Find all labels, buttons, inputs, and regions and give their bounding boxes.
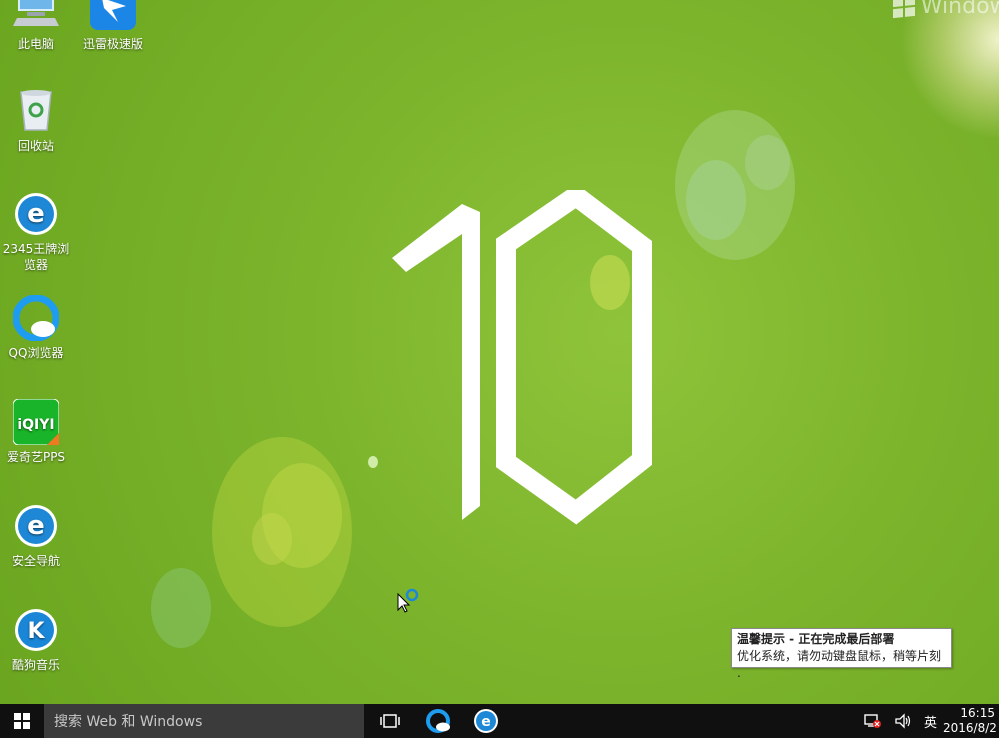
start-button[interactable]: [0, 704, 44, 738]
taskbar-clock[interactable]: 16:15 2016/8/2: [943, 706, 999, 736]
ie-letter: e: [481, 714, 491, 730]
computer-icon: [13, 0, 59, 32]
clock-date: 2016/8/2: [943, 721, 997, 735]
desktop-icon-safe-nav[interactable]: e 安全导航: [0, 503, 72, 569]
ie-letter: e: [27, 199, 45, 229]
desktop-icon-label: 2345王牌浏览器: [2, 242, 70, 272]
ie-browser-icon: e: [13, 503, 59, 549]
desktop-icon-label: 爱奇艺PPS: [6, 450, 66, 464]
ie-browser-icon: e: [13, 191, 59, 237]
speaker-icon: [895, 713, 911, 729]
kugou-letter: K: [27, 619, 45, 644]
desktop-icon-label: 回收站: [17, 139, 54, 153]
desktop-icon-2345-browser[interactable]: e 2345王牌浏览器: [0, 191, 72, 273]
iqiyi-text: iQIYI: [17, 417, 54, 433]
desktop-icon-qq-browser[interactable]: QQ浏览器: [0, 294, 72, 361]
windows-watermark-text: Windows: [920, 0, 999, 19]
task-view-icon: [380, 714, 400, 728]
windows-10-logo: [392, 190, 652, 525]
clock-time: 16:15: [960, 706, 995, 720]
network-disconnected-icon: [864, 714, 881, 728]
bokeh-light: [252, 513, 292, 565]
ie-letter: e: [27, 511, 45, 541]
windows-logo-icon: [892, 0, 915, 18]
iqiyi-icon: iQIYI: [12, 398, 60, 446]
bokeh-light: [368, 456, 378, 468]
mouse-cursor-busy: [397, 588, 419, 613]
kugou-icon: K: [13, 607, 59, 653]
task-view-button[interactable]: [366, 704, 414, 738]
input-method-indicator[interactable]: 英: [918, 712, 943, 731]
recycle-bin-icon: [13, 88, 59, 134]
notification-body: 优化系统，请勿动键盘鼠标，稍等片刻 .: [737, 649, 942, 680]
desktop-icon-iqiyi[interactable]: iQIYI 爱奇艺PPS: [0, 398, 72, 465]
desktop-icon-xunlei[interactable]: 迅雷极速版: [77, 0, 149, 52]
search-input[interactable]: 搜索 Web 和 Windows: [44, 704, 364, 738]
bokeh-light: [151, 568, 211, 648]
taskbar-ie-browser[interactable]: e: [462, 704, 510, 738]
network-status[interactable]: [858, 713, 888, 729]
system-tray: 英 16:15 2016/8/2: [858, 704, 999, 738]
desktop-icon-label: 酷狗音乐: [11, 658, 60, 672]
volume-control[interactable]: [888, 713, 918, 729]
windows-start-icon: [14, 713, 30, 729]
bokeh-glow: [900, 0, 999, 140]
desktop-icon-label: QQ浏览器: [8, 346, 64, 360]
desktop-icon-label: 此电脑: [17, 37, 54, 51]
taskbar: 搜索 Web 和 Windows e 英 16:15 2016/8/2: [0, 704, 999, 738]
qq-browser-icon: [12, 294, 60, 342]
taskbar-qq-browser[interactable]: [414, 704, 462, 738]
desktop-icon-label: 迅雷极速版: [82, 37, 143, 51]
xunlei-bird-icon: [90, 0, 136, 32]
desktop-icon-kugou[interactable]: K 酷狗音乐: [0, 607, 72, 673]
desktop-icon-recycle-bin[interactable]: 回收站: [0, 88, 72, 154]
notification-title: 温馨提示 - 正在完成最后部署: [737, 632, 895, 646]
bokeh-light: [745, 135, 790, 190]
desktop-wallpaper: Windows 此电脑 迅雷极速版 回收站 e 2345王牌浏览器 QQ浏览: [0, 0, 999, 704]
deployment-notification[interactable]: 温馨提示 - 正在完成最后部署 优化系统，请勿动键盘鼠标，稍等片刻 .: [731, 628, 952, 680]
desktop-icon-this-pc[interactable]: 此电脑: [0, 0, 72, 52]
desktop-icon-label: 安全导航: [11, 554, 60, 568]
qq-browser-icon: [426, 709, 450, 733]
bokeh-light: [686, 160, 746, 240]
windows-watermark: Windows: [892, 0, 999, 19]
ie-browser-icon: e: [474, 709, 498, 733]
